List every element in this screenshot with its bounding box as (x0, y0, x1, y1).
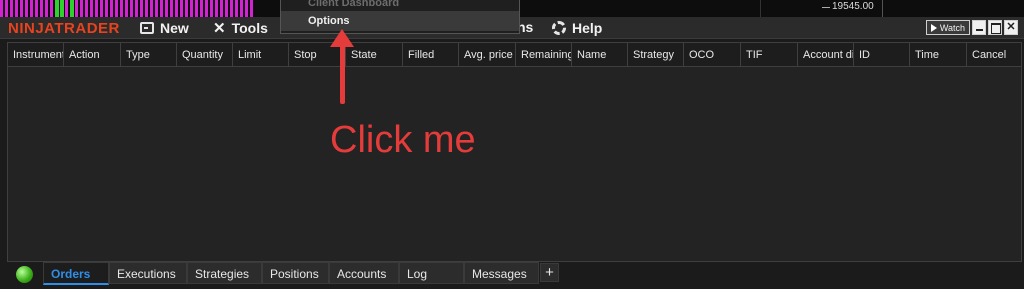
tab-messages[interactable]: Messages (464, 262, 539, 284)
chart-divider (882, 0, 883, 17)
menu-new[interactable]: New (140, 19, 189, 37)
column-header[interactable]: OCO (684, 43, 741, 67)
add-tab-button[interactable]: + (540, 263, 559, 282)
column-header[interactable]: Instrument (8, 43, 64, 67)
chart-price-axis (760, 0, 1024, 17)
column-header[interactable]: Strategy (628, 43, 684, 67)
brand-logo: NINJATRADER (8, 20, 120, 37)
minimize-button[interactable] (972, 20, 986, 35)
annotation-arrow-shaft (340, 42, 345, 104)
price-label: 19545.00 (832, 1, 874, 12)
column-header[interactable]: Cancel (967, 43, 1021, 67)
column-header[interactable]: Avg. price (459, 43, 516, 67)
window-controls: Watch ✕ (925, 20, 1018, 35)
orders-grid[interactable]: Instrument Action Type Quantity Limit St… (7, 42, 1022, 262)
chart-bar-green (60, 0, 64, 17)
ninjatrader-control-center: 19545.00 NINJATRADER New ✕ Tools Help Wa… (0, 0, 1024, 289)
column-header[interactable]: Type (121, 43, 177, 67)
help-icon (552, 21, 566, 35)
tab-log[interactable]: Log (399, 262, 464, 284)
watch-button[interactable]: Watch (925, 20, 970, 35)
annotation-callout: Click me (330, 119, 476, 161)
menu-item-client-dashboard: Client Dashboard (308, 0, 400, 9)
column-header[interactable]: Remaining (516, 43, 572, 67)
column-header[interactable]: Name (572, 43, 628, 67)
connection-status-icon[interactable] (16, 266, 33, 283)
menu-item-options[interactable]: Options (281, 11, 519, 31)
watch-label: Watch (939, 22, 965, 33)
column-header[interactable]: Filled (403, 43, 459, 67)
tab-accounts[interactable]: Accounts (329, 262, 399, 284)
menu-help-label: Help (572, 20, 603, 36)
column-header[interactable]: Time (910, 43, 967, 67)
maximize-button[interactable] (988, 20, 1002, 35)
menu-tools[interactable]: ✕ Tools (213, 19, 268, 37)
column-header[interactable]: Action (64, 43, 121, 67)
tab-positions[interactable]: Positions (262, 262, 329, 284)
orders-grid-header: Instrument Action Type Quantity Limit St… (8, 43, 1021, 67)
column-header[interactable]: Limit (233, 43, 289, 67)
menu-new-label: New (160, 20, 189, 36)
column-header[interactable]: State (346, 43, 403, 67)
close-button[interactable]: ✕ (1004, 20, 1018, 35)
tab-strategies[interactable]: Strategies (187, 262, 262, 284)
price-tick (822, 7, 830, 8)
chart-bar-green (70, 0, 74, 17)
column-header[interactable]: ID (854, 43, 910, 67)
menu-help[interactable]: Help (552, 19, 602, 37)
new-window-icon (140, 22, 154, 34)
column-header[interactable]: Account display name (798, 43, 854, 67)
tools-dropdown-menu: Client Dashboard Options (280, 0, 520, 34)
chart-bar-green (55, 0, 59, 17)
chart-bars-magenta (0, 0, 255, 17)
close-icon: ✕ (1006, 21, 1016, 33)
column-header[interactable]: TIF (741, 43, 798, 67)
tab-orders[interactable]: Orders (43, 262, 109, 285)
tools-icon: ✕ (213, 20, 226, 37)
tab-executions[interactable]: Executions (109, 262, 187, 284)
menu-tools-label: Tools (231, 20, 268, 36)
play-icon (930, 23, 937, 32)
column-header[interactable]: Quantity (177, 43, 233, 67)
